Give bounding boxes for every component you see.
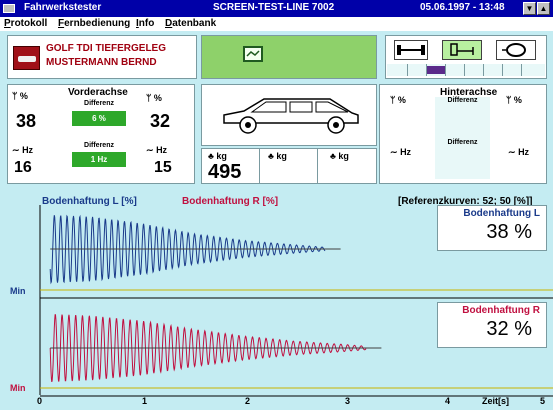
scale-icon: ♣ [208, 151, 214, 161]
wave-icon: ∼ [508, 147, 516, 157]
left-trace [49, 214, 341, 285]
right-trace [49, 314, 382, 383]
weight-front-value: 495 [208, 161, 242, 183]
wave-icon: ∼ [146, 145, 154, 155]
front-diff-percent: 6 % [72, 111, 126, 126]
system-menu-icon[interactable] [3, 4, 15, 13]
x-tick-2: 2 [245, 396, 251, 406]
monitor-icon[interactable] [243, 46, 263, 62]
shock-absorber-icon[interactable] [442, 40, 482, 60]
car-diagram-panel [201, 84, 377, 146]
left-min-label: Min [10, 286, 26, 296]
weight-rear-cell: ♣ kg [330, 151, 349, 161]
maximize-button[interactable]: ▲ [537, 2, 550, 15]
axle-icon[interactable] [394, 40, 428, 60]
rear-left-bottom-label: ∼ Hz [390, 147, 412, 157]
suspension-icon: ᛘ [506, 95, 512, 105]
tool-status-bar [387, 64, 545, 76]
x-tick-4: 4 [445, 396, 451, 406]
weight-panel: ♣ kg 495 ♣ kg ♣ kg [201, 148, 377, 184]
title-bar: Fahrwerkstester SCREEN-TEST-LINE 7002 05… [0, 0, 553, 17]
rear-right-bottom-label: ∼ Hz [508, 147, 530, 157]
menu-datenbank[interactable]: Datenbank [165, 18, 216, 29]
car-logo-icon [13, 46, 40, 70]
front-left-bottom-label: ∼ Hz [12, 145, 34, 155]
fahrwerkstester-window: Fahrwerkstester SCREEN-TEST-LINE 7002 05… [0, 0, 553, 410]
car-icon [223, 98, 359, 134]
wave-icon: ∼ [390, 147, 398, 157]
front-diff-hz: 1 Hz [72, 152, 126, 167]
scale-icon: ♣ [330, 151, 336, 161]
rear-left-top-label: ᛘ % [390, 95, 406, 105]
weight-middle-cell: ♣ kg [260, 149, 318, 183]
rear-diff-title-bottom: Differenz [435, 139, 490, 179]
left-result-value: 38 % [486, 221, 532, 243]
front-right-top-label: ᛘ % [146, 93, 162, 103]
x-tick-0: 0 [37, 396, 43, 406]
right-result-value: 32 % [486, 318, 532, 340]
menu-bar: Protokoll Fernbedienung Info Datenbank [0, 17, 553, 31]
menu-fernbedienung[interactable]: Fernbedienung [58, 18, 130, 29]
x-tick-3: 3 [345, 396, 351, 406]
front-axle-title: Vorderachse [68, 87, 128, 98]
suspension-icon: ᛘ [12, 91, 18, 101]
x-tick-1: 1 [142, 396, 148, 406]
front-right-bottom-label: ∼ Hz [146, 145, 168, 155]
vehicle-owner: MUSTERMANN BERND [46, 57, 157, 68]
front-left-percent: 38 [16, 111, 37, 131]
vehicle-model: GOLF TDI TIEFERGELEG [46, 43, 166, 54]
suspension-icon: ᛘ [146, 93, 152, 103]
minimize-button[interactable]: ▼ [523, 2, 536, 15]
x-tick-5: 5 [540, 396, 546, 406]
menu-info[interactable]: Info [136, 18, 154, 29]
right-min-label: Min [10, 383, 26, 393]
front-diff-title-bottom: Differenz [84, 142, 114, 149]
vehicle-info-panel: GOLF TDI TIEFERGELEG MUSTERMANN BERND [7, 35, 197, 79]
tool-tray [385, 35, 547, 79]
rear-right-top-label: ᛘ % [506, 95, 522, 105]
front-right-hz: 15 [154, 159, 172, 176]
x-axis-label: Zeit[s] [482, 396, 509, 406]
left-result-box: Bodenhaftung L 38 % [437, 205, 547, 251]
front-diff-title-top: Differenz [84, 100, 114, 107]
front-axle-panel: Vorderachse ᛘ % ᛘ % Differenz 6 % 38 32 … [7, 84, 195, 184]
rear-diff-title-top: Differenz [435, 97, 490, 139]
right-result-title: Bodenhaftung R [462, 305, 540, 316]
datetime-display: 05.06.1997 - 13:48 [420, 2, 505, 13]
progress-marker [427, 66, 445, 74]
front-right-percent: 32 [150, 111, 171, 131]
weight-front-cell: ♣ kg 495 [202, 149, 260, 183]
app-title: Fahrwerkstester [24, 2, 102, 13]
front-left-top-label: ᛘ % [12, 91, 28, 101]
right-result-box: Bodenhaftung R 32 % [437, 302, 547, 348]
menu-protokoll[interactable]: Protokoll [4, 18, 47, 29]
front-left-hz: 16 [14, 159, 32, 176]
scale-icon: ♣ [268, 151, 274, 161]
tire-icon[interactable] [496, 40, 536, 60]
rear-axle-panel: Hinterachse ᛘ % ᛘ % Differenz Differenz … [379, 84, 547, 184]
screen-title: SCREEN-TEST-LINE 7002 [213, 2, 335, 13]
wave-icon: ∼ [12, 145, 20, 155]
status-display [201, 35, 377, 79]
left-result-title: Bodenhaftung L [463, 208, 540, 219]
suspension-icon: ᛘ [390, 95, 396, 105]
